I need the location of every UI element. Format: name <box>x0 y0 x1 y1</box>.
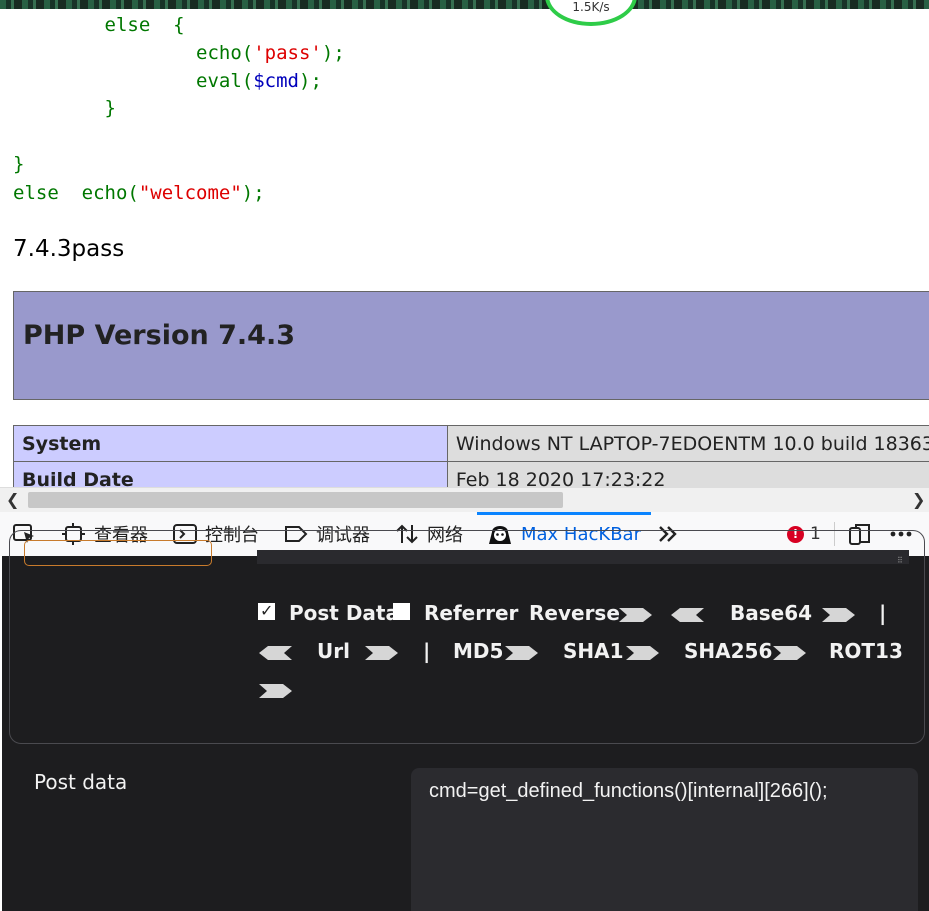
code-token: ); <box>321 42 345 64</box>
referrer-checkbox[interactable] <box>393 603 410 620</box>
encode-chevron-icon[interactable] <box>773 644 807 662</box>
reverse-button[interactable]: Reverse <box>529 601 620 625</box>
rot13-button[interactable]: ROT13 <box>829 639 903 663</box>
browser-top-strip <box>0 0 929 9</box>
code-line: else { <box>13 14 185 36</box>
referrer-option[interactable]: Referrer <box>424 601 518 625</box>
decode-chevron-icon[interactable] <box>259 644 293 662</box>
horizontal-scrollbar[interactable]: ❮ ❯ <box>0 487 929 513</box>
code-token: else { <box>104 14 185 36</box>
code-token: "welcome" <box>138 182 242 204</box>
code-token: else echo( <box>13 182 139 204</box>
code-token: } <box>104 97 116 119</box>
encode-chevron-icon[interactable] <box>365 644 399 662</box>
phpinfo-header: PHP Version 7.4.3 <box>13 291 929 400</box>
code-line: } <box>13 153 24 175</box>
url-textarea-bottom[interactable] <box>257 550 909 564</box>
network-speed-widget: 1.5K/s <box>545 0 637 26</box>
code-line: eval($cmd); <box>13 70 322 92</box>
url-label: Url <box>317 639 350 663</box>
scroll-right-icon[interactable]: ❯ <box>912 490 925 509</box>
post-data-textarea[interactable]: cmd=get_defined_functions()[internal][26… <box>411 768 918 911</box>
page-output-text: 7.4.3pass <box>13 236 125 262</box>
sha1-button[interactable]: SHA1 <box>563 639 624 663</box>
sha256-button[interactable]: SHA256 <box>684 639 772 663</box>
scroll-left-icon[interactable]: ❮ <box>6 490 19 509</box>
execute-button-outline[interactable] <box>24 540 212 566</box>
code-token: } <box>13 153 25 175</box>
base64-label: Base64 <box>730 601 813 625</box>
code-token: eval( <box>196 70 254 92</box>
encode-chevron-icon[interactable] <box>626 644 660 662</box>
code-token: $cmd <box>253 70 299 92</box>
separator-pipe: | <box>879 601 887 625</box>
encode-chevron-icon[interactable] <box>259 682 293 700</box>
phpinfo-title: PHP Version 7.4.3 <box>23 320 295 351</box>
table-value-cell: Windows NT LAPTOP-7EDOENTM 10.0 build 18… <box>446 425 929 462</box>
code-token: ); <box>299 70 322 92</box>
network-speed-text: 1.5K/s <box>572 0 610 14</box>
decode-chevron-icon[interactable] <box>671 606 705 624</box>
code-token: echo( <box>196 42 254 64</box>
encode-chevron-icon[interactable] <box>505 644 539 662</box>
post-data-checkbox[interactable] <box>258 601 275 620</box>
code-line: echo('pass'); <box>13 42 345 64</box>
code-line: } <box>13 97 116 119</box>
table-row: System Windows NT LAPTOP-7EDOENTM 10.0 b… <box>13 425 929 462</box>
table-key-cell: System <box>13 425 448 462</box>
post-data-option[interactable]: Post Data <box>289 601 399 625</box>
code-token: 'pass' <box>253 42 322 64</box>
encode-chevron-icon[interactable] <box>822 606 856 624</box>
post-data-value: cmd=get_defined_functions()[internal][26… <box>429 780 828 802</box>
code-token: ); <box>241 182 265 204</box>
panel-left-border <box>0 556 2 911</box>
md5-button[interactable]: MD5 <box>453 639 503 663</box>
post-data-label: Post data <box>34 770 128 794</box>
scrollbar-thumb[interactable] <box>28 492 563 508</box>
code-line: else echo("welcome"); <box>13 182 265 204</box>
resize-grip-icon[interactable]: ⠿ <box>897 556 904 565</box>
separator-pipe: | <box>423 639 431 663</box>
encode-chevron-icon[interactable] <box>619 606 653 624</box>
